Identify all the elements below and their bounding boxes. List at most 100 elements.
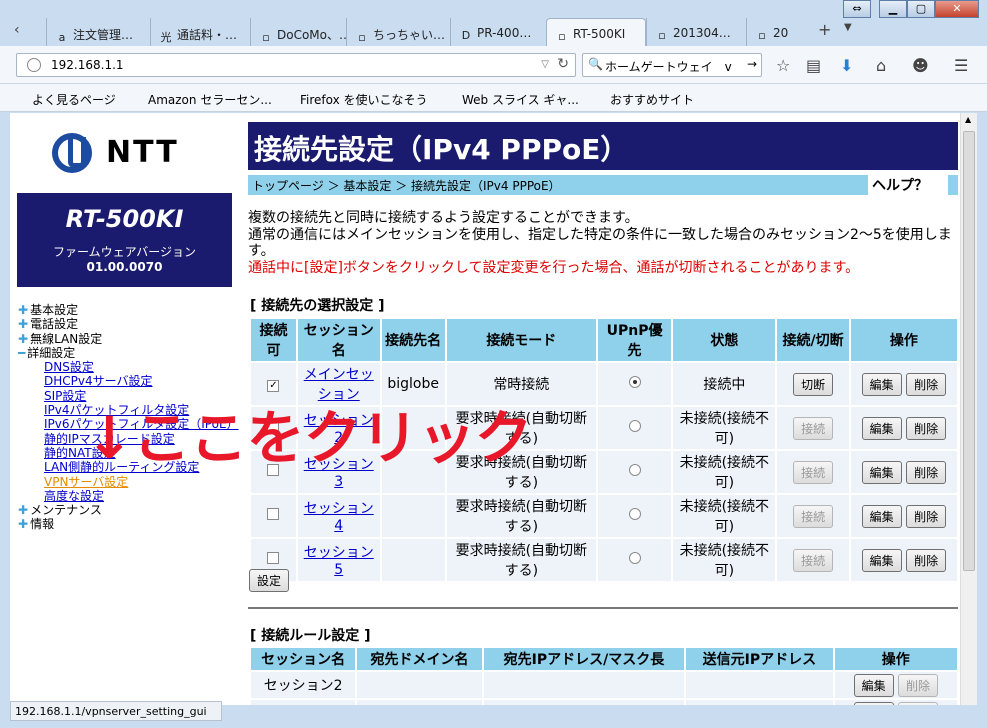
favicon-icon: ▫ (262, 31, 270, 44)
menu-label[interactable]: 情報 (30, 517, 54, 531)
minimize-button[interactable]: ▁ (879, 0, 907, 18)
menu-link[interactable]: DHCPv4サーバ設定 (44, 374, 153, 388)
bookmark-star-icon[interactable]: ☆ (776, 56, 790, 75)
hello-icon[interactable]: ☻ (912, 56, 929, 75)
rule-table: セッション名 宛先ドメイン名 宛先IPアドレス/マスク長 送信元IPアドレス 操作 セッ… (249, 646, 959, 705)
upnp-radio[interactable] (628, 552, 641, 564)
connect-button[interactable]: 接続 (793, 548, 834, 572)
tab-3[interactable]: ▫ ちっちゃい… (346, 18, 450, 46)
expand-icon[interactable]: ✚ (18, 503, 28, 517)
search-icon: 🔍 (588, 57, 603, 71)
scroll-up-icon[interactable]: ▲ (965, 115, 971, 124)
menu-link[interactable]: VPNサーバ設定 (44, 475, 128, 489)
col-header-3: 接続モード (446, 319, 596, 361)
collapse-icon[interactable]: ━ (18, 346, 25, 360)
browser-window: ‹ a 注文管理… 光通話料・… ▫ DoCoMo、… ▫ ちっちゃい… D PR-400… ▫ R… (0, 0, 987, 728)
click-here-annotation: ↓ここをクリック (85, 404, 533, 472)
search-box[interactable]: 🔍 ホームゲートウェイ v → (582, 53, 762, 77)
apply-button[interactable]: 設定 (249, 569, 290, 592)
tab-0[interactable]: a 注文管理… (46, 18, 150, 46)
favicon-icon: ▫ (758, 29, 766, 42)
rule-delete-button[interactable]: 削除 (898, 673, 939, 697)
scroll-thumb[interactable] (963, 131, 975, 571)
search-go-icon[interactable]: → (747, 57, 757, 71)
tab-list-icon[interactable]: ▼ (844, 22, 852, 33)
col-header-4: UPnP優先 (597, 319, 672, 361)
rule-session-cell: セッション3 (251, 700, 356, 705)
restore-tabs-icon[interactable]: ⇔ (843, 0, 871, 18)
rule-ops-cell: 編集 削除 (834, 672, 957, 698)
tab-label: 201304… (673, 26, 731, 40)
expand-icon[interactable]: ✚ (18, 517, 28, 531)
dest-cell (381, 539, 445, 581)
col-header-1: セッション名 (297, 319, 380, 361)
connect-button[interactable]: 接続 (793, 504, 834, 528)
edit-button[interactable]: 編集 (861, 372, 902, 396)
bookmark-3[interactable]: Web スライス ギャ... (462, 91, 579, 108)
menu-item-14: ✚ メンテナンス (18, 503, 239, 517)
menu-label[interactable]: 詳細設定 (27, 346, 75, 360)
scrollbar[interactable]: ▲ (960, 113, 977, 705)
menu-label[interactable]: 無線LAN設定 (30, 332, 102, 346)
menu-link[interactable]: SIP設定 (44, 389, 86, 403)
delete-button[interactable]: 削除 (906, 504, 947, 528)
menu-label[interactable]: 電話設定 (30, 317, 78, 331)
edit-button[interactable]: 編集 (861, 460, 902, 484)
rule-delete-button[interactable]: 削除 (898, 701, 939, 705)
tab-5[interactable]: ▫ RT-500KI (546, 18, 646, 46)
tab-2[interactable]: ▫ DoCoMo、… (250, 18, 346, 46)
back-tabs-icon[interactable]: ‹ (14, 22, 20, 38)
upnp-radio[interactable] (628, 464, 641, 476)
rule-col-header-4: 操作 (834, 648, 957, 670)
delete-button[interactable]: 削除 (906, 460, 947, 484)
edit-button[interactable]: 編集 (861, 548, 902, 572)
expand-icon[interactable]: ✚ (18, 332, 28, 346)
tab-4[interactable]: D PR-400… (450, 18, 546, 46)
state-cell: 未接続(接続不可) (673, 539, 776, 581)
reload-icon[interactable]: ↻ (557, 56, 569, 72)
rule-edit-button[interactable]: 編集 (853, 701, 894, 705)
menu-link[interactable]: 高度な設定 (44, 489, 104, 503)
url-bar[interactable]: 192.168.1.1 ▽ ↻ (16, 53, 576, 77)
delete-button[interactable]: 削除 (906, 416, 947, 440)
help-link[interactable]: ヘルプ？ (868, 175, 948, 195)
expand-icon[interactable]: ✚ (18, 317, 28, 331)
menu-link[interactable]: DNS設定 (44, 360, 94, 374)
tab-1[interactable]: 光通話料・… (150, 18, 250, 46)
delete-button[interactable]: 削除 (906, 548, 947, 572)
edit-button[interactable]: 編集 (861, 504, 902, 528)
new-tab-button[interactable]: + (818, 20, 831, 39)
menu-label[interactable]: 基本設定 (30, 303, 78, 317)
bookmark-1[interactable]: Amazon セラーセン... (148, 91, 272, 108)
expand-icon[interactable]: ✚ (18, 303, 28, 317)
bookmark-4[interactable]: おすすめサイト (610, 91, 694, 108)
enable-checkbox[interactable] (267, 552, 280, 564)
rule-edit-button[interactable]: 編集 (853, 673, 894, 697)
delete-button[interactable]: 削除 (906, 372, 947, 396)
rule-col-header-0: セッション名 (251, 648, 356, 670)
favicon-icon: ▫ (658, 29, 666, 42)
connect-button[interactable]: 接続 (793, 416, 834, 440)
menu-icon[interactable]: ☰ (954, 56, 968, 75)
upnp-radio[interactable] (628, 420, 641, 432)
disconnect-button[interactable]: 切断 (793, 372, 834, 396)
tab-7[interactable]: ▫ 20 (746, 18, 800, 46)
tab-6[interactable]: ▫ 201304… (646, 18, 746, 46)
home-icon[interactable]: ⌂ (876, 56, 886, 75)
bookmark-2[interactable]: Firefox を使いこなそう (300, 91, 428, 108)
breadcrumb-text[interactable]: トップページ ＞ 基本設定 ＞ 接続先設定（IPv4 PPPoE） (252, 179, 561, 193)
download-icon[interactable]: ⬇ (840, 56, 853, 75)
connect-button[interactable]: 接続 (793, 460, 834, 484)
bookmarks-menu-icon[interactable]: ▤ (806, 56, 821, 75)
bookmark-0[interactable]: よく見るページ (32, 91, 116, 108)
close-button[interactable]: ✕ (935, 0, 979, 18)
upnp-radio[interactable] (628, 376, 641, 388)
session-link[interactable]: セッション5 (304, 545, 374, 578)
upnp-radio[interactable] (628, 508, 641, 520)
session-link[interactable]: セッション4 (304, 501, 374, 534)
dropdown-icon[interactable]: ▽ (541, 59, 549, 70)
enable-checkbox[interactable] (267, 508, 280, 520)
menu-label[interactable]: メンテナンス (30, 503, 102, 517)
maximize-button[interactable]: ▢ (907, 0, 935, 18)
edit-button[interactable]: 編集 (861, 416, 902, 440)
